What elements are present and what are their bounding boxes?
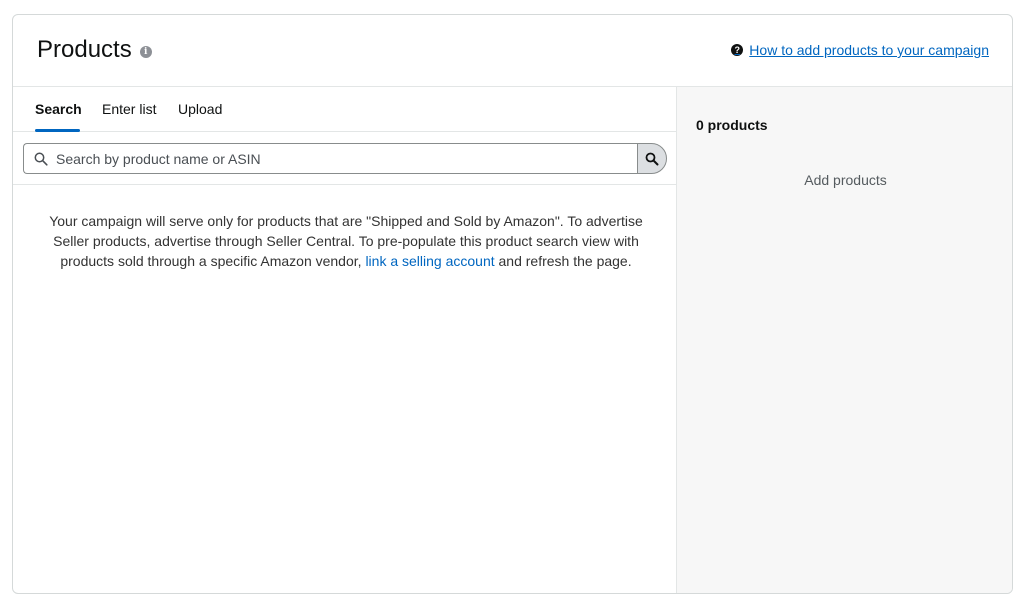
tab-search[interactable]: Search [35,101,82,117]
link-selling-account[interactable]: link a selling account [365,253,494,269]
page-title-text: Products [37,36,132,63]
info-icon[interactable]: i [139,46,152,58]
selected-products-column: 0 products Add products [677,87,1012,593]
notice-text-after: and refresh the page. [494,253,632,269]
search-input[interactable] [56,150,616,167]
products-panel: Products i ? How to add products to your… [12,14,1013,594]
panel-header: Products i ? How to add products to your… [13,15,1012,87]
search-button[interactable] [637,143,667,174]
help-link-text[interactable]: How to add products to your campaign [749,42,989,58]
search-button-icon [645,152,659,165]
search-row [13,132,676,185]
tab-enter-list[interactable]: Enter list [102,101,156,117]
tab-upload[interactable]: Upload [178,101,222,117]
search-icon [34,152,48,166]
page-title: Products i [37,36,152,64]
product-count: 0 products [696,117,768,133]
search-box [23,143,639,174]
seller-notice: Your campaign will serve only for produc… [33,211,659,271]
help-link[interactable]: ? How to add products to your campaign [731,42,989,58]
product-search-column: Search Enter list Upload Your campaign w… [13,87,677,593]
empty-state-label: Add products [804,172,887,188]
tab-bar: Search Enter list Upload [13,87,676,132]
question-circle-icon: ? [731,44,744,56]
